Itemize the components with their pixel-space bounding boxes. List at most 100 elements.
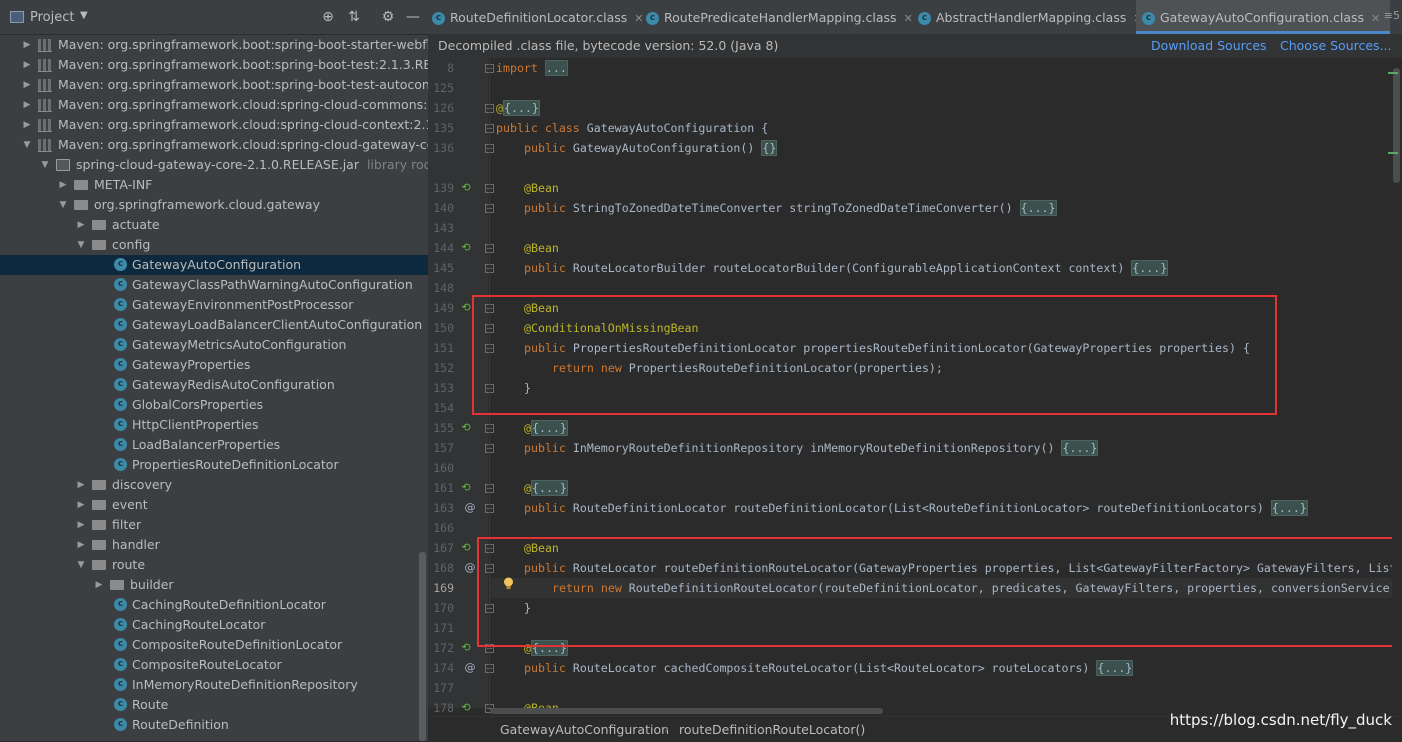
code-line[interactable]: public GatewayAutoConfiguration() {} [496, 138, 778, 158]
chevron-right-icon[interactable]: ▶ [22, 35, 32, 55]
tree-item[interactable]: c GatewayEnvironmentPostProcessor [0, 295, 428, 315]
chevron-right-icon[interactable]: ▶ [76, 515, 86, 535]
choose-sources-link[interactable]: Choose Sources... [1280, 38, 1392, 53]
folded-region[interactable]: {...} [502, 100, 540, 116]
download-sources-link[interactable]: Download Sources [1151, 38, 1267, 53]
tree-item[interactable]: c GatewayAutoConfiguration [0, 255, 428, 275]
chevron-down-icon[interactable]: ▼ [76, 235, 86, 255]
tab-route-predicate-handler-mapping[interactable]: c RoutePredicateHandlerMapping.class ✕ [646, 0, 916, 34]
tree-item[interactable]: c LoadBalancerProperties [0, 435, 428, 455]
folded-region[interactable]: ... [544, 60, 568, 76]
spring-bean-icon[interactable]: ⟲ [459, 298, 473, 318]
chevron-down-icon[interactable]: ▼ [22, 135, 32, 155]
tree-item[interactable]: ▶ handler [0, 535, 428, 555]
spring-bean-icon[interactable]: ⟲ [459, 698, 473, 718]
code-line[interactable]: public StringToZonedDateTimeConverter st… [496, 198, 1057, 218]
tree-item[interactable]: ▼ spring-cloud-gateway-core-2.1.0.RELEASE… [0, 155, 428, 175]
tab-abstract-handler-mapping[interactable]: cAbstractHandlerMapping.class✕ [918, 0, 1143, 34]
tree-item[interactable]: ▶ Maven: org.springframework.cloud:spring… [0, 95, 428, 115]
tree-item[interactable]: c CompositeRouteDefinitionLocator [0, 635, 428, 655]
tree-item[interactable]: c Route [0, 695, 428, 715]
tree-item[interactable]: c CachingRouteLocator [0, 615, 428, 635]
project-tree-scrollbar[interactable] [419, 552, 426, 741]
tab-gateway-auto-configuration[interactable]: c GatewayAutoConfiguration.class ✕ [1136, 0, 1390, 34]
crosshair-icon[interactable]: ⊕ [320, 9, 336, 25]
tree-item[interactable]: ▼ config [0, 235, 428, 255]
spring-bean-icon[interactable]: ⟲ [459, 538, 473, 558]
chevron-right-icon[interactable]: ▶ [76, 535, 86, 555]
code-line[interactable]: @Bean [496, 698, 559, 708]
spring-bean-icon[interactable]: ⟲ [459, 418, 473, 438]
code-line[interactable]: @{...} [496, 98, 540, 118]
scroll-thumb[interactable] [1393, 68, 1400, 183]
spring-bean-icon[interactable]: ⟲ [459, 238, 473, 258]
tree-item[interactable]: ▶ event [0, 495, 428, 515]
chevron-right-icon[interactable]: ▶ [76, 495, 86, 515]
tree-item[interactable]: ▶ actuate [0, 215, 428, 235]
collapse-all-icon[interactable]: ⇅ [346, 9, 362, 25]
tree-item[interactable]: ▼ Maven: org.springframework.cloud:spring… [0, 135, 428, 155]
tree-item[interactable]: ▶ builder [0, 575, 428, 595]
tree-item[interactable]: c InMemoryRouteDefinitionRepository [0, 675, 428, 695]
chevron-right-icon[interactable]: ▶ [22, 95, 32, 115]
tree-item[interactable]: c GatewayClassPathWarningAutoConfiguratio… [0, 275, 428, 295]
chevron-down-icon[interactable]: ▼ [58, 195, 68, 215]
tree-item[interactable]: c GatewayRedisAutoConfiguration [0, 375, 428, 395]
folded-region[interactable]: {...} [530, 420, 568, 436]
autowire-icon[interactable]: @ [463, 558, 477, 578]
code-line[interactable]: public RouteDefinitionLocator routeDefin… [496, 498, 1308, 518]
chevron-down-icon[interactable]: ▼ [76, 555, 86, 575]
autowire-icon[interactable]: @ [463, 498, 477, 518]
chevron-right-icon[interactable]: ▶ [22, 55, 32, 75]
tree-item[interactable]: c GatewayProperties [0, 355, 428, 375]
tree-item[interactable]: ▶ META-INF [0, 175, 428, 195]
tree-item[interactable]: ▼ org.springframework.cloud.gateway [0, 195, 428, 215]
tree-item[interactable]: ▶ Maven: org.springframework.cloud:spring… [0, 115, 428, 135]
folded-region[interactable]: {} [761, 140, 778, 156]
project-view-selector[interactable]: Project [30, 10, 74, 25]
code-line[interactable]: public InMemoryRouteDefinitionRepository… [496, 438, 1099, 458]
code-line[interactable]: @Bean [496, 238, 559, 258]
hide-panel-icon[interactable]: — [405, 9, 421, 25]
close-icon[interactable]: ✕ [904, 12, 913, 25]
tree-item[interactable]: c CachingRouteDefinitionLocator [0, 595, 428, 615]
tree-item[interactable]: c GatewayLoadBalancerClientAutoConfigurat… [0, 315, 428, 335]
folded-region[interactable]: {...} [1270, 500, 1308, 516]
folded-region[interactable]: {...} [1131, 260, 1169, 276]
close-icon[interactable]: ✕ [634, 12, 643, 25]
tree-item[interactable]: c PropertiesRouteDefinitionLocator [0, 455, 428, 475]
tree-item[interactable]: ▶ discovery [0, 475, 428, 495]
chevron-down-icon[interactable]: ▼ [80, 10, 88, 21]
spring-bean-icon[interactable]: ⟲ [459, 178, 473, 198]
tree-item[interactable]: c GatewayMetricsAutoConfiguration [0, 335, 428, 355]
spring-bean-icon[interactable]: ⟲ [459, 478, 473, 498]
code-line[interactable]: import ... [496, 58, 568, 78]
code-line[interactable]: public RouteLocator cachedCompositeRoute… [496, 658, 1134, 678]
chevron-right-icon[interactable]: ▶ [22, 75, 32, 95]
chevron-right-icon[interactable]: ▶ [22, 115, 32, 135]
code-line[interactable]: @{...} [496, 418, 568, 438]
chevron-right-icon[interactable]: ▶ [94, 575, 104, 595]
breadcrumb-method[interactable]: routeDefinitionRouteLocator() [679, 722, 865, 737]
editor-horizontal-scrollbar[interactable] [490, 708, 883, 714]
code-line[interactable]: @{...} [496, 478, 568, 498]
code-line[interactable]: public class GatewayAutoConfiguration { [496, 118, 768, 138]
code-line[interactable]: public RouteLocatorBuilder routeLocatorB… [496, 258, 1169, 278]
tree-item[interactable]: ▶ filter [0, 515, 428, 535]
tab-route-definition-locator[interactable]: c RouteDefinitionLocator.class ✕ [432, 0, 644, 34]
tree-item[interactable]: c GlobalCorsProperties [0, 395, 428, 415]
tree-item[interactable]: ▶ Maven: org.springframework.boot:spring-… [0, 75, 428, 95]
gear-icon[interactable]: ⚙ [380, 9, 396, 25]
folded-region[interactable]: {...} [1019, 200, 1057, 216]
lightbulb-icon[interactable] [503, 577, 514, 591]
tree-item[interactable]: ▶ Maven: org.springframework.boot:spring-… [0, 55, 428, 75]
chevron-right-icon[interactable]: ▶ [58, 175, 68, 195]
autowire-icon[interactable]: @ [463, 658, 477, 678]
folded-region[interactable]: {...} [1096, 660, 1134, 676]
tree-item[interactable]: c RouteDefinition [0, 715, 428, 735]
tree-item[interactable]: c HttpClientProperties [0, 415, 428, 435]
breadcrumb-class[interactable]: GatewayAutoConfiguration [500, 722, 669, 737]
tree-item[interactable]: c CompositeRouteLocator [0, 655, 428, 675]
editor-vertical-scrollbar[interactable] [1392, 58, 1402, 708]
spring-bean-icon[interactable]: ⟲ [459, 638, 473, 658]
